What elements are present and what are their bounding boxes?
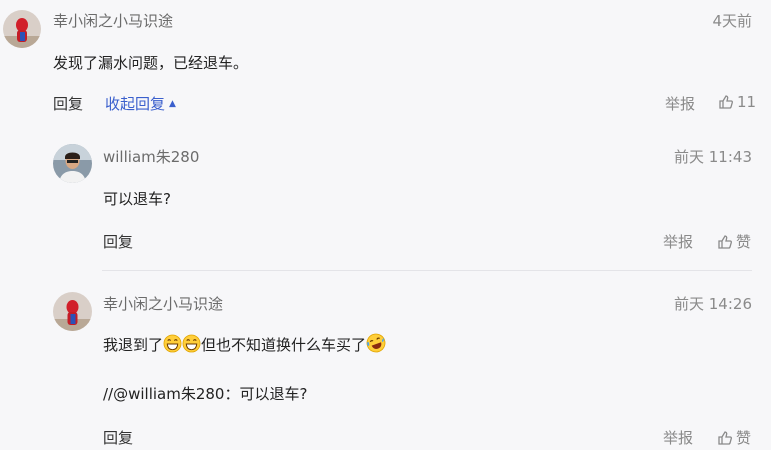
reply-text-part: 但也不知道换什么车买了	[201, 336, 367, 354]
grin-emoji-icon	[163, 334, 182, 353]
caret-up-icon: ▲	[169, 98, 176, 109]
report-button[interactable]: 举报	[663, 231, 693, 252]
report-button[interactable]: 举报	[665, 93, 695, 114]
like-label: 赞	[736, 233, 752, 251]
collapse-replies-button[interactable]: 收起回复 ▲	[105, 93, 176, 114]
reply-username[interactable]: william朱280	[103, 146, 199, 167]
divider	[102, 270, 752, 271]
reply-text-part: 我退到了	[103, 336, 164, 354]
like-button[interactable]: 11	[718, 93, 756, 111]
like-count: 11	[737, 93, 757, 111]
laughing-crying-emoji-icon	[366, 333, 386, 353]
reply-text: 我退到了 但也不知道换什么车买了	[103, 333, 386, 355]
comment-time: 4天前	[712, 12, 752, 30]
reply-button[interactable]: 回复	[53, 93, 83, 114]
reply-username[interactable]: 幸小闲之小马识途	[103, 293, 223, 314]
report-button[interactable]: 举报	[663, 427, 693, 448]
thumbs-up-icon	[718, 234, 732, 249]
comment-username[interactable]: 幸小闲之小马识途	[53, 10, 173, 31]
avatar[interactable]	[53, 144, 92, 183]
thumbs-up-icon	[718, 430, 732, 445]
grin-emoji-icon	[182, 334, 201, 353]
reply-quote: //@william朱280：可以退车?	[103, 385, 308, 403]
thumbs-up-icon	[719, 95, 733, 109]
avatar[interactable]	[3, 10, 41, 48]
like-label: 赞	[736, 429, 752, 447]
like-button[interactable]: 赞	[717, 427, 751, 448]
collapse-replies-label: 收起回复	[105, 95, 166, 113]
comment-text: 发现了漏水问题，已经退车。	[53, 54, 249, 72]
like-button[interactable]: 赞	[717, 231, 751, 252]
reply-button[interactable]: 回复	[103, 231, 133, 252]
reply-time: 前天 14:26	[674, 295, 752, 313]
reply-time: 前天 11:43	[674, 148, 752, 166]
avatar[interactable]	[53, 292, 92, 331]
reply-text: 可以退车?	[103, 190, 171, 208]
reply-button[interactable]: 回复	[103, 427, 133, 448]
